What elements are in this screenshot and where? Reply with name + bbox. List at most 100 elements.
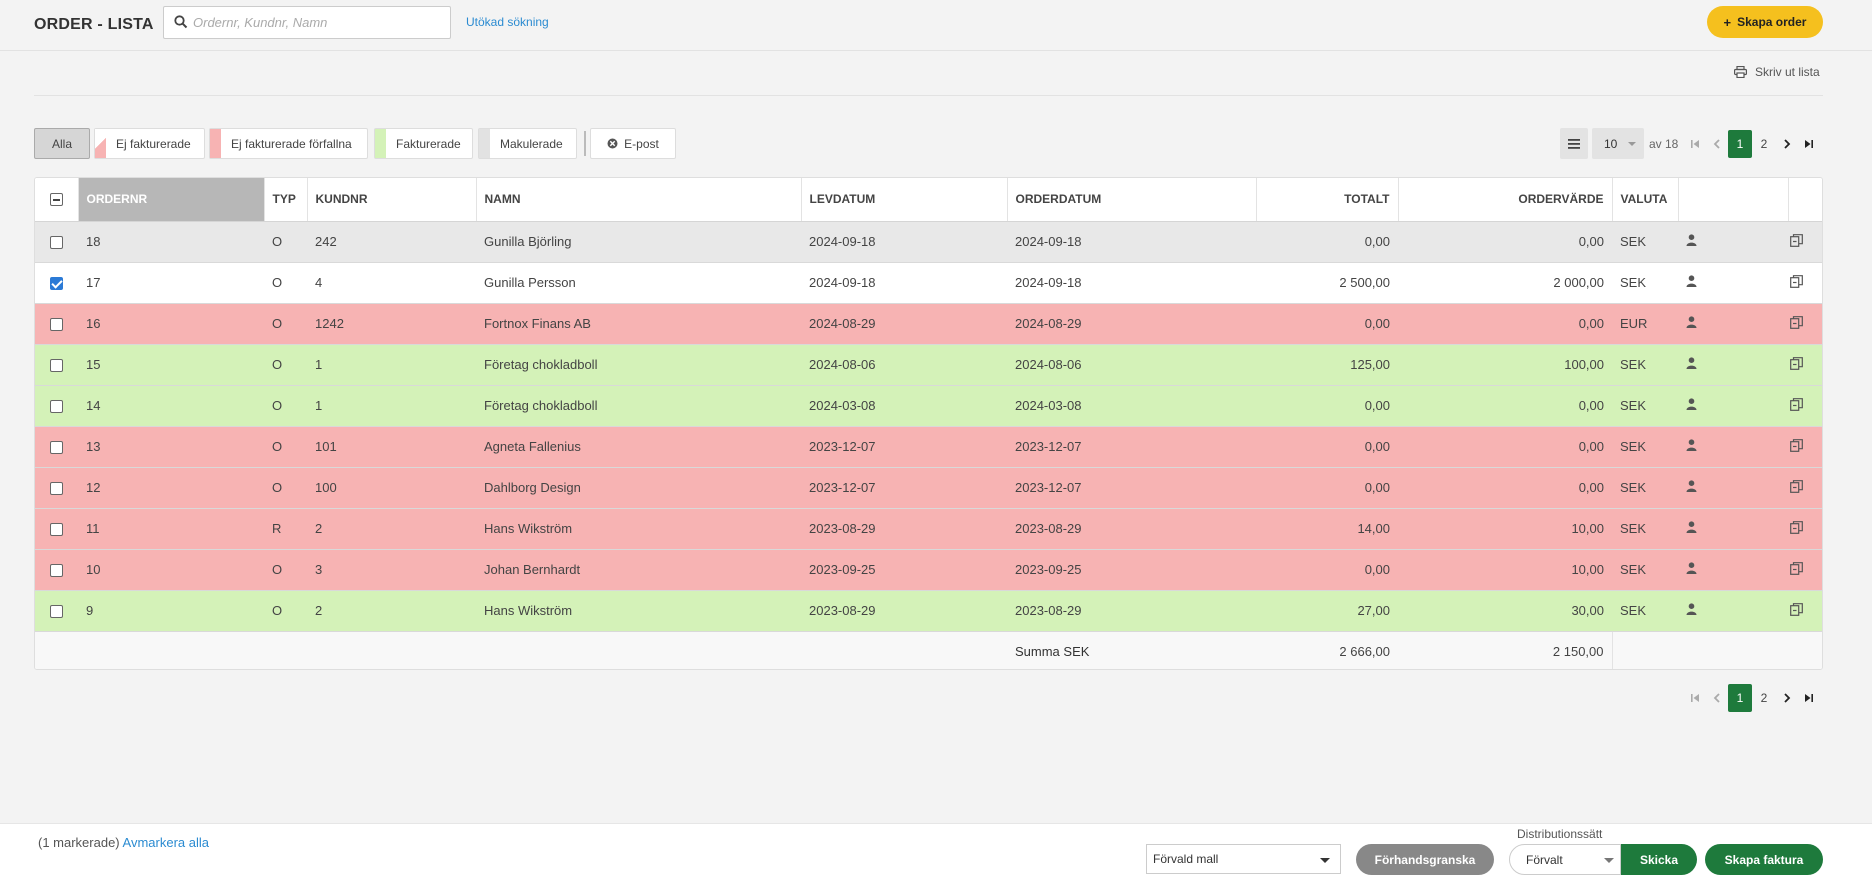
row-checkbox[interactable] <box>50 523 63 537</box>
row-checkbox[interactable] <box>50 400 63 414</box>
next-page-icon[interactable] <box>1776 130 1798 158</box>
customer-cell[interactable] <box>1678 221 1788 263</box>
customer-cell[interactable] <box>1678 508 1788 550</box>
copy-icon[interactable] <box>1790 233 1803 250</box>
send-button[interactable]: Skicka <box>1621 844 1697 875</box>
person-icon[interactable] <box>1686 480 1697 495</box>
table-row[interactable]: 14 O 1 Företag chokladboll 2024-03-08 2024-03… <box>35 385 1822 427</box>
filter-overdue[interactable]: Ej fakturerade förfallna <box>209 128 368 159</box>
prev-page-icon[interactable] <box>1706 684 1728 712</box>
customer-cell[interactable] <box>1678 549 1788 591</box>
copy-cell[interactable] <box>1788 385 1822 427</box>
row-checkbox[interactable] <box>50 605 63 619</box>
row-checkbox[interactable] <box>50 318 63 332</box>
person-icon[interactable] <box>1686 275 1697 290</box>
col-ordernr[interactable]: ORDERNR <box>78 178 265 222</box>
person-icon[interactable] <box>1686 357 1697 372</box>
customer-cell[interactable] <box>1678 262 1788 304</box>
table-row[interactable]: 16 O 1242 Fortnox Finans AB 2024-08-29 2024-0… <box>35 303 1822 345</box>
copy-icon[interactable] <box>1790 315 1803 332</box>
copy-cell[interactable] <box>1788 549 1822 591</box>
person-icon[interactable] <box>1686 234 1697 249</box>
select-all-header[interactable] <box>35 178 79 222</box>
copy-cell[interactable] <box>1788 426 1822 468</box>
col-namn[interactable]: NAMN <box>476 178 802 222</box>
customer-cell[interactable] <box>1678 303 1788 345</box>
copy-icon[interactable] <box>1790 274 1803 291</box>
template-select[interactable]: Förvald mall <box>1146 844 1341 874</box>
preview-button[interactable]: Förhandsgranska <box>1356 844 1494 875</box>
table-row[interactable]: 9 O 2 Hans Wikström 2023-08-29 2023-08-29 27,0… <box>35 590 1822 632</box>
filter-cancelled[interactable]: Makulerade <box>478 128 577 159</box>
table-row[interactable]: 15 O 1 Företag chokladboll 2024-08-06 2024-08… <box>35 344 1822 386</box>
row-checkbox[interactable] <box>50 564 63 578</box>
copy-icon[interactable] <box>1790 397 1803 414</box>
copy-icon[interactable] <box>1790 479 1803 496</box>
row-checkbox[interactable] <box>50 482 63 496</box>
col-levdatum[interactable]: LEVDATUM <box>801 178 1008 222</box>
customer-cell[interactable] <box>1678 590 1788 632</box>
col-totalt[interactable]: TOTALT <box>1256 178 1399 222</box>
table-row[interactable]: 10 O 3 Johan Bernhardt 2023-09-25 2023-09-25 0… <box>35 549 1822 591</box>
filter-invoiced[interactable]: Fakturerade <box>374 128 473 159</box>
row-checkbox-cell[interactable] <box>35 221 78 263</box>
row-checkbox-cell[interactable] <box>35 344 78 386</box>
copy-cell[interactable] <box>1788 467 1822 509</box>
person-icon[interactable] <box>1686 398 1697 413</box>
row-checkbox[interactable] <box>50 441 63 455</box>
page-2-button[interactable]: 2 <box>1752 130 1776 158</box>
copy-cell[interactable] <box>1788 262 1822 304</box>
page-1-button[interactable]: 1 <box>1728 684 1752 712</box>
prev-page-icon[interactable] <box>1706 130 1728 158</box>
copy-icon[interactable] <box>1790 356 1803 373</box>
customer-cell[interactable] <box>1678 467 1788 509</box>
row-checkbox-cell[interactable] <box>35 549 78 591</box>
per-page-select[interactable]: 10 <box>1592 128 1644 159</box>
person-icon[interactable] <box>1686 439 1697 454</box>
filter-not-invoiced[interactable]: Ej fakturerade <box>94 128 205 159</box>
row-checkbox[interactable] <box>50 236 63 250</box>
copy-icon[interactable] <box>1790 561 1803 578</box>
person-icon[interactable] <box>1686 316 1697 331</box>
copy-icon[interactable] <box>1790 520 1803 537</box>
col-kundnr[interactable]: KUNDNR <box>307 178 477 222</box>
person-icon[interactable] <box>1686 603 1697 618</box>
page-2-button[interactable]: 2 <box>1752 684 1776 712</box>
row-checkbox[interactable] <box>50 277 63 291</box>
filter-all[interactable]: Alla <box>34 128 90 159</box>
create-order-button[interactable]: + Skapa order <box>1707 6 1823 38</box>
last-page-icon[interactable] <box>1798 130 1820 158</box>
page-1-button[interactable]: 1 <box>1728 130 1752 158</box>
row-checkbox-cell[interactable] <box>35 303 78 345</box>
distribution-select[interactable]: Förvalt <box>1509 844 1621 875</box>
table-row[interactable]: 17 O 4 Gunilla Persson 2024-09-18 2024-09-18 2… <box>35 262 1822 304</box>
first-page-icon[interactable] <box>1684 130 1706 158</box>
row-checkbox-cell[interactable] <box>35 467 78 509</box>
email-button[interactable]: E-post <box>590 128 676 159</box>
table-row[interactable]: 11 R 2 Hans Wikström 2023-08-29 2023-08-29 14,… <box>35 508 1822 550</box>
column-menu-button[interactable] <box>1560 128 1588 159</box>
row-checkbox[interactable] <box>50 359 63 373</box>
create-invoice-button[interactable]: Skapa faktura <box>1705 844 1823 875</box>
row-checkbox-cell[interactable] <box>35 385 78 427</box>
person-icon[interactable] <box>1686 562 1697 577</box>
copy-cell[interactable] <box>1788 508 1822 550</box>
customer-cell[interactable] <box>1678 344 1788 386</box>
col-valuta[interactable]: VALUTA <box>1612 178 1679 222</box>
search-box[interactable] <box>163 6 451 39</box>
next-page-icon[interactable] <box>1776 684 1798 712</box>
person-icon[interactable] <box>1686 521 1697 536</box>
deselect-all-link[interactable]: Avmarkera alla <box>123 835 209 850</box>
copy-cell[interactable] <box>1788 590 1822 632</box>
search-input[interactable] <box>193 7 445 38</box>
print-list-button[interactable]: Skriv ut lista <box>1734 65 1820 79</box>
row-checkbox-cell[interactable] <box>35 508 78 550</box>
first-page-icon[interactable] <box>1684 684 1706 712</box>
col-orderdatum[interactable]: ORDERDATUM <box>1007 178 1257 222</box>
row-checkbox-cell[interactable] <box>35 262 78 304</box>
copy-icon[interactable] <box>1790 438 1803 455</box>
copy-cell[interactable] <box>1788 344 1822 386</box>
last-page-icon[interactable] <box>1798 684 1820 712</box>
col-ordervarde[interactable]: ORDERVÄRDE <box>1398 178 1613 222</box>
copy-icon[interactable] <box>1790 602 1803 619</box>
